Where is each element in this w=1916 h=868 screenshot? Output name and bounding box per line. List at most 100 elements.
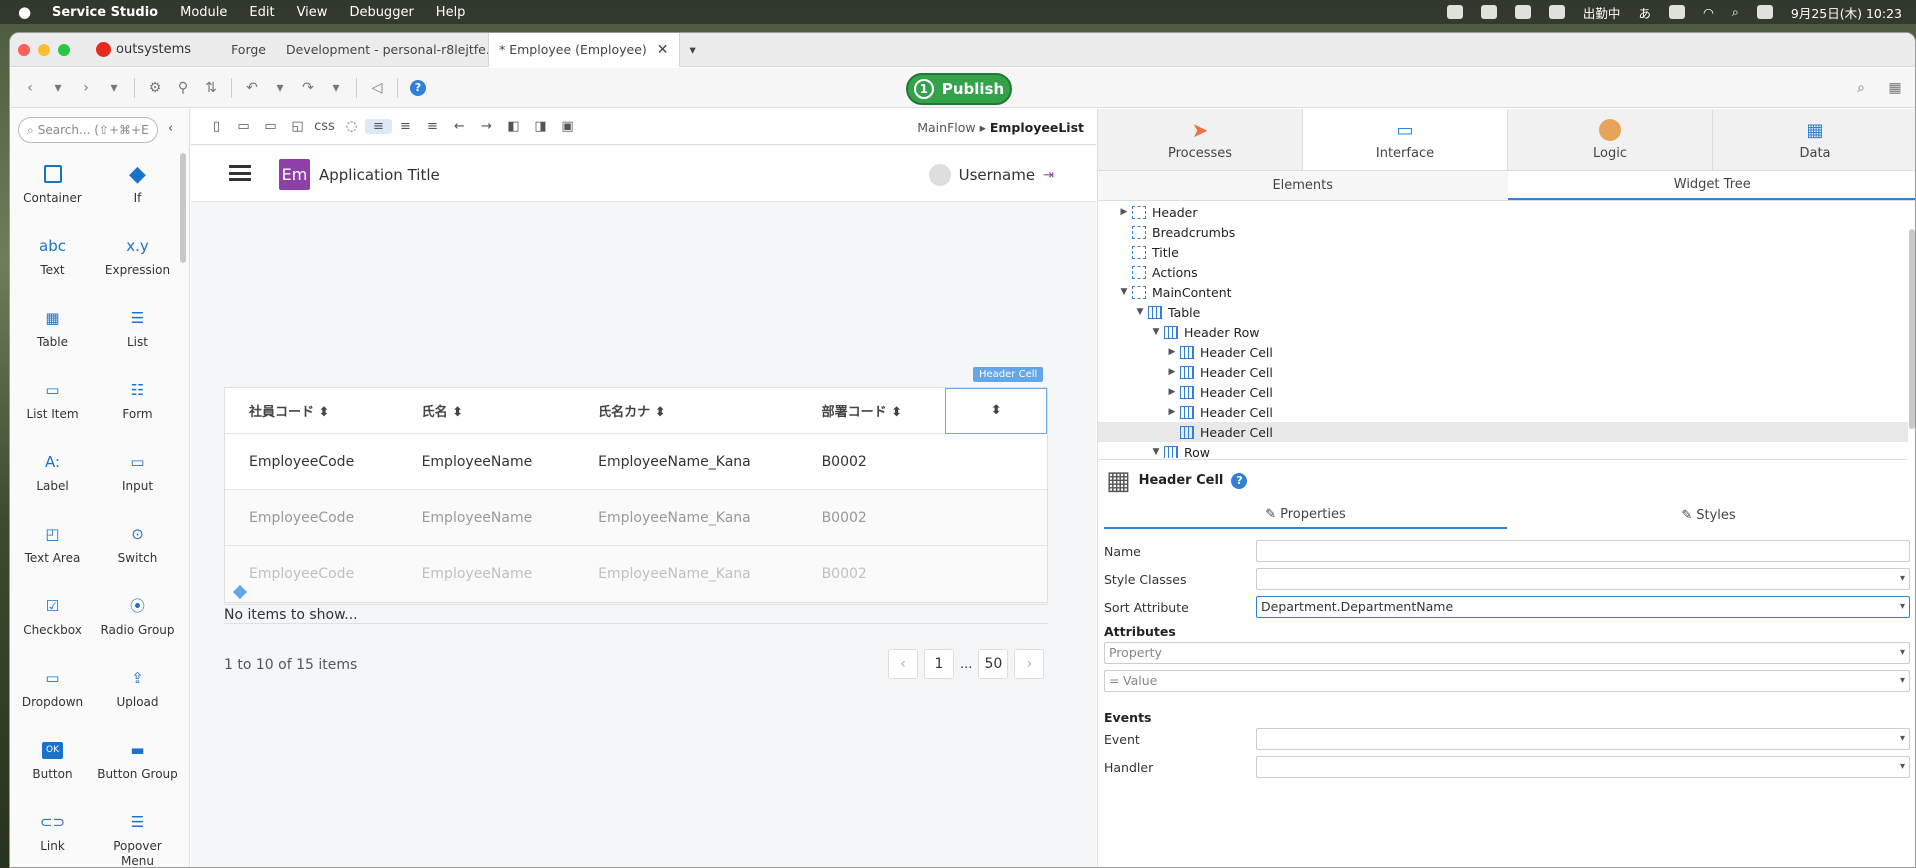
menu-help[interactable]: Help [436, 5, 466, 20]
sort-icon[interactable]: ⬍ [891, 405, 902, 420]
help-icon[interactable]: ? [1231, 472, 1248, 489]
previous-page-button[interactable]: ‹ [888, 649, 918, 679]
tree-node[interactable]: ▶ Header [1098, 202, 1908, 222]
tree-node[interactable]: ▶ Header Cell [1098, 342, 1908, 362]
widget-link[interactable]: ⊂⊃ Link [10, 801, 95, 867]
widget-form[interactable]: ☷ Form [95, 369, 180, 441]
tab-data[interactable]: ▦ Data [1713, 109, 1915, 170]
tab-forge[interactable]: Forge [221, 33, 276, 67]
back-icon[interactable]: ‹ [16, 80, 44, 96]
battery-icon[interactable] [1668, 5, 1685, 19]
tree-node[interactable]: ▼ Header Row [1098, 322, 1908, 342]
next-page-button[interactable]: › [1014, 649, 1045, 679]
table-row[interactable]: EmployeeCode EmployeeName EmployeeName_K… [225, 434, 1047, 490]
cloud-icon[interactable] [1480, 5, 1497, 19]
event-dropdown[interactable] [1256, 728, 1910, 750]
apps-grid-icon[interactable]: ▦ [1881, 80, 1909, 96]
align-center-icon[interactable]: ≡ [392, 119, 419, 134]
employee-table[interactable]: 社員コード ⬍ 氏名 ⬍ 氏名カナ ⬍ 部署コード ⬍ ⬍ EmployeeCo… [224, 387, 1048, 603]
tree-collapsed-icon[interactable]: ▶ [1164, 367, 1180, 377]
layout-left-icon[interactable]: ◧ [500, 119, 527, 134]
widget-table[interactable]: ▦ Table [10, 297, 95, 369]
breadcrumb-flow[interactable]: MainFlow [917, 120, 975, 135]
user-info[interactable]: Username ⇥ [928, 164, 1054, 186]
tree-expanded-icon[interactable]: ▼ [1132, 307, 1148, 317]
screen-canvas[interactable]: ▯ ▭ ▭ ◱ css ◌ ≡ ≡ ≡ ← → ◧ ◨ ▣ MainFlow ▸… [191, 109, 1096, 867]
apple-icon[interactable]: ● [18, 3, 36, 21]
phone-preview-icon[interactable]: ▯ [203, 119, 230, 134]
collapse-toolbox-icon[interactable]: ‹ [168, 121, 173, 136]
close-window-button[interactable] [18, 43, 30, 56]
ime-mode[interactable]: あ [1638, 3, 1651, 22]
tab-properties[interactable]: ✎ Properties [1104, 501, 1507, 529]
widget-dropdown[interactable]: ▭ Dropdown [10, 657, 95, 729]
widget-expression[interactable]: x.y Expression [95, 225, 180, 297]
tree-collapsed-icon[interactable]: ▶ [1164, 407, 1180, 417]
cell-employee-name-kana[interactable]: EmployeeName_Kana [574, 454, 797, 470]
sort-attribute-field[interactable]: Department.DepartmentName [1256, 596, 1910, 618]
tree-collapsed-icon[interactable]: ▶ [1164, 347, 1180, 357]
attribute-property-dropdown[interactable]: Property [1104, 642, 1910, 664]
tree-collapsed-icon[interactable]: ▶ [1116, 207, 1132, 217]
handler-dropdown[interactable] [1256, 756, 1910, 778]
header-cell[interactable]: 部署コード ⬍ [798, 401, 946, 420]
toolbox-search-input[interactable]: ⌕ Search... (⇧+⌘+E [18, 117, 158, 143]
widget-input[interactable]: ▭ Input [95, 441, 180, 513]
widget-button-group[interactable]: ▬ Button Group [95, 729, 180, 801]
widget-popover-menu[interactable]: ☰ Popover Menu [95, 801, 180, 867]
menu-app-name[interactable]: Service Studio [52, 5, 158, 20]
cell-employee-name[interactable]: EmployeeName [398, 454, 575, 470]
redo-icon[interactable]: ↷ [294, 80, 322, 96]
tab-overflow-chevron-down-icon[interactable]: ▾ [680, 33, 706, 67]
tab-interface[interactable]: ▭ Interface [1303, 109, 1508, 170]
tree-node[interactable]: ▶ Header Cell [1098, 382, 1908, 402]
header-cell[interactable]: 社員コード ⬍ [225, 401, 398, 420]
tree-node[interactable]: ▶ Header Cell [1098, 362, 1908, 382]
page-button-current[interactable]: 1 [924, 649, 954, 679]
forward-icon[interactable]: › [72, 80, 100, 96]
pin-icon[interactable]: ⚲ [169, 80, 197, 96]
breadcrumb-screen[interactable]: EmployeeList [990, 120, 1084, 135]
header-cell-selected[interactable]: ⬍ [945, 387, 1047, 434]
widget-switch[interactable]: ⊙ Switch [95, 513, 180, 585]
page-button-last[interactable]: 50 [978, 649, 1009, 679]
tab-styles[interactable]: ✎ Styles [1507, 501, 1910, 529]
merge-icon[interactable]: ⇅ [197, 80, 225, 96]
control-center-icon[interactable] [1756, 5, 1773, 19]
sync-icon[interactable] [1514, 5, 1531, 19]
tablet-preview-icon[interactable]: ▭ [230, 119, 257, 134]
tab-employee-module[interactable]: * Employee (Employee) ✕ [488, 33, 680, 67]
toolbox-scrollbar[interactable] [180, 153, 186, 263]
tree-node[interactable]: Header Cell [1098, 422, 1908, 442]
announce-megaphone-icon[interactable]: ◁ [363, 80, 391, 96]
redo-history-chevron-icon[interactable]: ▾ [322, 80, 350, 96]
tab-elements[interactable]: Elements [1098, 171, 1508, 200]
widget-upload[interactable]: ⇪ Upload [95, 657, 180, 729]
app-title[interactable]: Application Title [319, 166, 440, 184]
widget-list-item[interactable]: ▭ List Item [10, 369, 95, 441]
logout-icon[interactable]: ⇥ [1043, 168, 1054, 183]
ime-status[interactable]: 出勤中 [1583, 3, 1621, 22]
sort-icon[interactable]: ⬍ [655, 405, 666, 420]
widget-container[interactable]: Container [10, 153, 95, 225]
empty-list-message[interactable]: No items to show... [224, 604, 1048, 624]
widget-radio-group[interactable]: ⦿ Radio Group [95, 585, 180, 657]
app-logo[interactable]: Em [279, 159, 310, 190]
header-cell[interactable]: 氏名 ⬍ [398, 401, 575, 420]
tree-collapsed-icon[interactable]: ▶ [1164, 387, 1180, 397]
attribute-value-field[interactable]: = Value [1104, 670, 1910, 692]
shield-icon[interactable] [1548, 5, 1565, 19]
back-history-chevron-icon[interactable]: ▾ [44, 80, 72, 96]
sort-icon[interactable]: ⬍ [319, 405, 330, 420]
theme-icon[interactable]: ◌ [338, 119, 365, 134]
spotlight-search-icon[interactable]: ⌕ [1732, 4, 1739, 20]
menu-edit[interactable]: Edit [249, 5, 274, 20]
css-icon[interactable]: css [311, 119, 338, 134]
outsystems-logo[interactable]: outsystems [96, 42, 191, 57]
tree-node[interactable]: ▼ Row [1098, 442, 1908, 458]
tree-node[interactable]: Actions [1098, 262, 1908, 282]
wifi-icon[interactable]: ◠ [1703, 5, 1714, 20]
close-tab-icon[interactable]: ✕ [657, 42, 669, 58]
align-left-icon[interactable]: ≡ [365, 119, 392, 134]
tab-processes[interactable]: ➤ Processes [1098, 109, 1303, 170]
